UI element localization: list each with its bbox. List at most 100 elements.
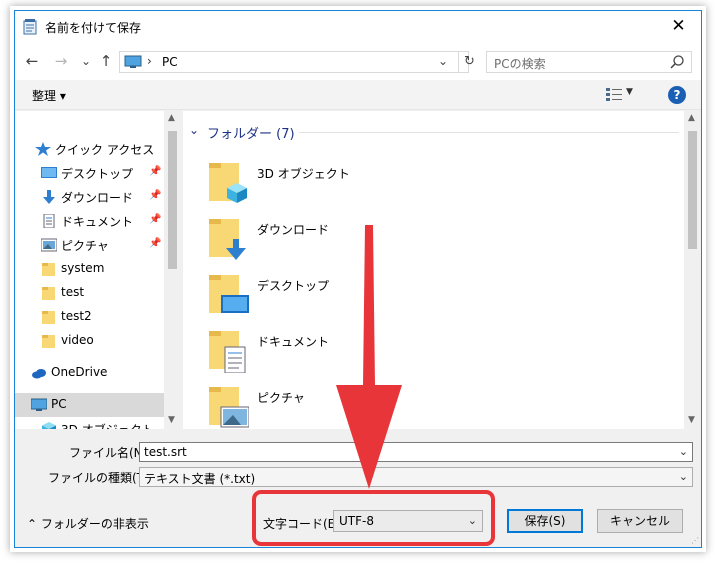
sidebar-item[interactable]: ピクチャ 📌 [15, 233, 164, 257]
view-options-icon[interactable] [606, 88, 622, 102]
downloads-folder-icon [209, 219, 246, 260]
cloud-icon [31, 366, 47, 380]
sidebar-item-label: video [61, 333, 94, 347]
scroll-up-icon[interactable]: ▲ [168, 113, 175, 123]
download-icon [41, 190, 57, 204]
scrollbar-thumb[interactable] [168, 131, 177, 269]
folder-item[interactable]: ドキュメント [209, 329, 469, 381]
folder-item[interactable]: ダウンロード [209, 217, 469, 269]
filename-input[interactable]: test.srt ⌄ [139, 442, 693, 462]
window-title: 名前を付けて保存 [45, 21, 142, 35]
sidebar-item-label: クイック アクセス [55, 143, 155, 157]
pin-icon: 📌 [149, 238, 162, 249]
encoding-select[interactable]: UTF-8 ⌄ [333, 510, 483, 532]
sidebar-item[interactable]: PC [15, 393, 164, 417]
navigation-scrollbar[interactable]: ▲ ▼ [164, 111, 181, 429]
sidebar-item[interactable]: test [15, 281, 164, 305]
encoding-value: UTF-8 [339, 514, 374, 528]
chevron-down-icon[interactable]: ⌄ [468, 514, 477, 527]
save-as-dialog: 名前を付けて保存 ✕ ← → ⌄ ↑ › PC ⌄ ↻ PCの検索 整理 ▾ ▼… [14, 10, 702, 548]
sidebar-item-label: ドキュメント [61, 215, 134, 229]
pin-icon: 📌 [149, 190, 162, 201]
folder-name: ダウンロード [257, 223, 330, 237]
folder-name: 3D オブジェクト [257, 167, 350, 181]
folder-icon [41, 286, 57, 300]
sidebar-item[interactable]: ドキュメント 📌 [15, 209, 164, 233]
sidebar-item[interactable]: デスクトップ 📌 [15, 161, 164, 185]
folder-name: デスクトップ [257, 279, 330, 293]
cancel-button[interactable]: キャンセル [597, 509, 683, 533]
view-dropdown-icon[interactable]: ▼ [626, 87, 633, 97]
back-button[interactable]: ← [23, 52, 41, 70]
chevron-down-icon[interactable]: ⌄ [679, 445, 688, 458]
sidebar-item[interactable]: test2 [15, 305, 164, 329]
search-input[interactable]: PCの検索 [486, 51, 692, 73]
folder-icon [41, 310, 57, 324]
organize-button[interactable]: 整理 ▾ [32, 87, 66, 104]
sidebar-item-label: OneDrive [51, 365, 108, 379]
up-button[interactable]: ↑ [97, 52, 115, 70]
search-placeholder: PCの検索 [494, 57, 546, 71]
folder-icon [41, 334, 57, 348]
desktop-icon [41, 166, 57, 180]
scroll-up-icon[interactable]: ▲ [688, 113, 695, 123]
filetype-value: テキスト文書 (*.txt) [144, 472, 256, 486]
navigation-bar: ← → ⌄ ↑ › PC ⌄ ↻ PCの検索 [15, 42, 701, 80]
sidebar-item-label: デスクトップ [61, 167, 134, 181]
filetype-select[interactable]: テキスト文書 (*.txt) ⌄ [139, 467, 693, 487]
pin-icon: 📌 [149, 166, 162, 177]
folder-name: ドキュメント [257, 335, 330, 349]
sidebar-item[interactable]: system [15, 257, 164, 281]
save-form: ファイル名(N): test.srt ⌄ ファイルの種類(T): テキスト文書 … [15, 429, 701, 547]
breadcrumb-pc[interactable]: PC [162, 55, 178, 69]
sidebar-item[interactable]: ダウンロード 📌 [15, 185, 164, 209]
search-icon [670, 55, 684, 69]
close-icon: ✕ [671, 16, 686, 36]
sidebar-item[interactable]: クイック アクセス [15, 137, 164, 161]
folder-item[interactable]: デスクトップ [209, 273, 469, 325]
recent-locations-button[interactable]: ⌄ [77, 52, 95, 70]
chevron-down-icon[interactable]: ⌄ [679, 470, 688, 483]
folder-item[interactable]: 3D オブジェクト [209, 161, 469, 213]
hide-folders-label: フォルダーの非表示 [40, 517, 149, 531]
sidebar-item[interactable]: OneDrive [15, 361, 164, 385]
help-icon[interactable]: ? [668, 86, 686, 104]
file-list-pane: ⌄ フォルダー (7) 3D オブジェクト ダウンロード デスクトップ ドキュメントピ… [183, 111, 701, 429]
encoding-label: 文字コード(E): [263, 517, 344, 531]
filename-value: test.srt [144, 445, 187, 459]
scrollbar-thumb[interactable] [688, 131, 697, 249]
group-title: フォルダー (7) [207, 127, 295, 142]
scroll-down-icon[interactable]: ▼ [688, 415, 695, 425]
resize-grip-icon[interactable]: ⋰ [691, 536, 699, 545]
file-list-scrollbar[interactable]: ▲ ▼ [684, 111, 701, 429]
sidebar-item-label: test [61, 285, 85, 299]
title-bar: 名前を付けて保存 ✕ [15, 11, 701, 42]
desktop-folder-icon [209, 275, 249, 313]
documents-folder-icon [209, 331, 246, 373]
chevron-down-icon[interactable]: ⌄ [189, 123, 199, 137]
navigation-pane: クイック アクセス デスクトップ 📌 ダウンロード 📌 ドキュメント 📌 ピクチャ 📌 syste… [15, 111, 181, 437]
scroll-down-icon[interactable]: ▼ [168, 415, 175, 425]
document-icon [41, 213, 57, 229]
chevron-down-icon[interactable]: ⌄ [438, 54, 448, 68]
refresh-button[interactable]: ↻ [458, 52, 480, 72]
star-icon [35, 142, 51, 156]
breadcrumb-separator: › [147, 54, 152, 68]
address-bar[interactable]: › PC ⌄ ↻ [119, 51, 475, 73]
forward-button[interactable]: → [52, 52, 70, 70]
folder-name: ピクチャ [257, 391, 305, 405]
hide-folders-button[interactable]: ⌃ フォルダーの非表示 [27, 515, 149, 532]
sidebar-item[interactable]: video [15, 329, 164, 353]
pictures-folder-icon [209, 387, 249, 428]
chevron-up-icon: ⌃ [27, 517, 41, 531]
arrow-left-icon: ← [25, 52, 39, 70]
sidebar-item-label: ダウンロード [61, 191, 134, 205]
pc-icon [30, 398, 48, 412]
sidebar-item-label: system [61, 261, 105, 275]
3d-objects-folder-icon [209, 163, 247, 203]
folders-group-header[interactable]: ⌄ フォルダー (7) [189, 123, 679, 142]
refresh-icon: ↻ [464, 54, 475, 69]
close-button[interactable]: ✕ [656, 11, 701, 42]
save-button[interactable]: 保存(S) [507, 509, 583, 533]
sidebar-item-label: test2 [61, 309, 92, 323]
